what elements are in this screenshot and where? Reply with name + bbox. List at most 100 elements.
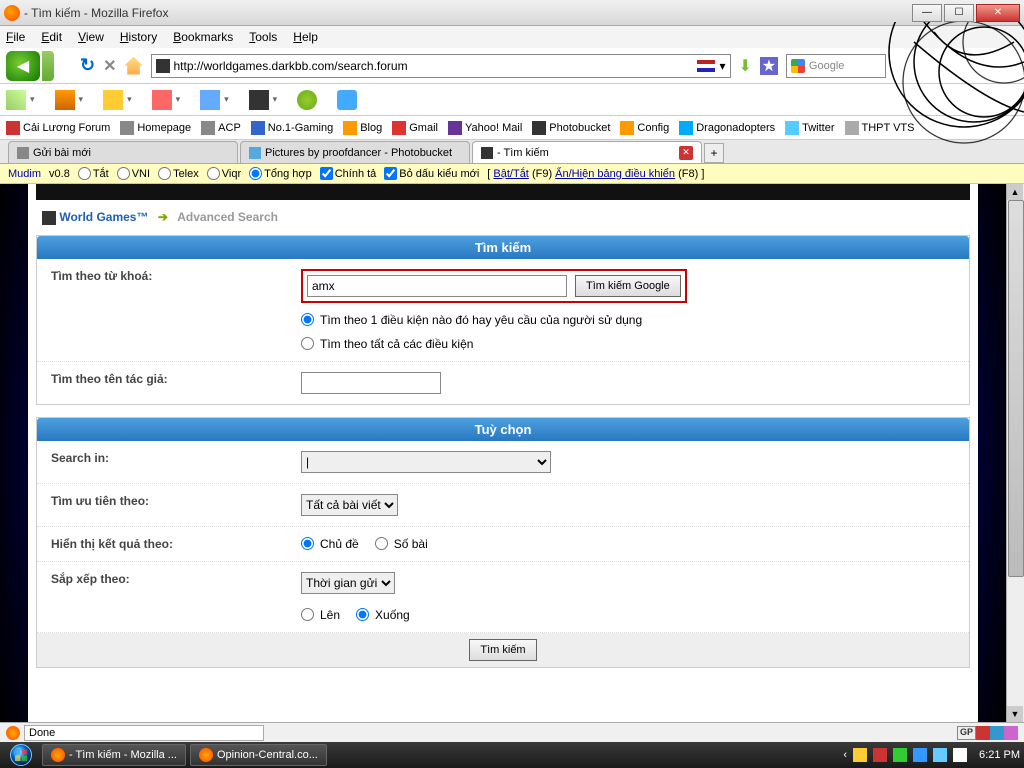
- taskbar-item[interactable]: - Tìm kiếm - Mozilla ...: [42, 744, 186, 766]
- download-icon[interactable]: ⬇: [739, 56, 752, 76]
- bookmark-item[interactable]: No.1-Gaming: [251, 121, 333, 135]
- mudim-chk-bodau[interactable]: Bỏ dấu kiểu mới: [384, 167, 479, 180]
- keyword-input[interactable]: [307, 275, 567, 297]
- bookmark-icon: [785, 121, 799, 135]
- mudim-panel-link[interactable]: Ẩn/Hiện bảng điều khiển: [555, 168, 675, 180]
- cond-all-radio[interactable]: Tìm theo tất cả các điều kiện: [301, 337, 955, 351]
- sort-asc-radio[interactable]: Lên: [301, 608, 340, 622]
- site-icon: [42, 211, 56, 225]
- mudim-toggle-link[interactable]: Bật/Tắt: [493, 168, 528, 180]
- vertical-scrollbar[interactable]: ▲ ▼: [1006, 184, 1024, 722]
- status-icon[interactable]: [1004, 726, 1018, 740]
- toolbar-icon-4[interactable]: [152, 90, 172, 110]
- bookmark-item[interactable]: ACP: [201, 121, 241, 135]
- mudim-opt-tonghop[interactable]: Tổng hợp: [249, 167, 312, 180]
- url-dropdown-icon[interactable]: ▾: [719, 59, 725, 73]
- author-label: Tìm theo tên tác giả:: [51, 372, 301, 394]
- scroll-thumb[interactable]: [1008, 200, 1024, 577]
- tray-icon[interactable]: [853, 748, 867, 762]
- url-bar[interactable]: http://worldgames.darkbb.com/search.foru…: [151, 54, 731, 78]
- display-topic-radio[interactable]: Chủ đề: [301, 537, 359, 551]
- bookmark-item[interactable]: Photobucket: [532, 121, 610, 135]
- bookmark-item[interactable]: Yahoo! Mail: [448, 121, 522, 135]
- status-icon[interactable]: [990, 726, 1004, 740]
- bookmark-icon: [532, 121, 546, 135]
- status-icon[interactable]: [976, 726, 990, 740]
- searchin-select[interactable]: |: [301, 451, 551, 473]
- bookmark-item[interactable]: Config: [620, 121, 669, 135]
- menu-history[interactable]: History: [120, 30, 157, 44]
- searchin-label: Search in:: [51, 451, 301, 473]
- bg-decor-left: [0, 184, 28, 722]
- bookmark-item[interactable]: THPT VTS: [845, 121, 915, 135]
- google-search-button[interactable]: Tìm kiếm Google: [575, 275, 681, 297]
- options-panel: Tuỳ chọn Search in: | Tìm ưu tiên theo: …: [36, 417, 970, 668]
- new-tab-button[interactable]: +: [704, 143, 724, 163]
- tab[interactable]: Gửi bài mới: [8, 141, 238, 163]
- toolbar-icon-8[interactable]: [337, 90, 357, 110]
- search-box[interactable]: Google: [786, 54, 886, 78]
- sort-desc-radio[interactable]: Xuống: [356, 608, 410, 622]
- sort-select[interactable]: Thời gian gửi: [301, 572, 395, 594]
- menu-help[interactable]: Help: [293, 30, 318, 44]
- status-bar: Done GP: [0, 722, 1024, 742]
- breadcrumb-current: Advanced Search: [177, 210, 278, 224]
- stop-button[interactable]: ✕: [103, 56, 116, 76]
- menu-bookmarks[interactable]: Bookmarks: [173, 30, 233, 44]
- bookmark-item[interactable]: Homepage: [120, 121, 191, 135]
- priority-select[interactable]: Tất cả bài viết: [301, 494, 398, 516]
- display-count-radio[interactable]: Số bài: [375, 537, 428, 551]
- cond-any-radio[interactable]: Tìm theo 1 điều kiện nào đó hay yêu cầu …: [301, 313, 955, 327]
- bookmark-star-icon[interactable]: ★: [760, 57, 778, 75]
- reload-button[interactable]: ↻: [80, 55, 95, 76]
- toolbar-icon-7[interactable]: [297, 90, 317, 110]
- bookmark-item[interactable]: Dragonadopters: [679, 121, 775, 135]
- back-button[interactable]: ◀: [6, 51, 40, 81]
- bookmark-item[interactable]: Cải Lương Forum: [6, 121, 110, 135]
- menu-tools[interactable]: Tools: [249, 30, 277, 44]
- bookmark-item[interactable]: Twitter: [785, 121, 834, 135]
- search-panel: Tìm kiếm Tìm theo từ khoá: Tìm kiếm Goog…: [36, 235, 970, 405]
- toolbar-icon-5[interactable]: [200, 90, 220, 110]
- keyword-label: Tìm theo từ khoá:: [51, 269, 301, 351]
- site-favicon: [156, 59, 170, 73]
- toolbar-icon-1[interactable]: [6, 90, 26, 110]
- tray-icon[interactable]: [933, 748, 947, 762]
- scroll-down-icon[interactable]: ▼: [1007, 706, 1023, 722]
- minimize-button[interactable]: —: [912, 4, 942, 22]
- close-button[interactable]: ✕: [976, 4, 1020, 22]
- menu-edit[interactable]: Edit: [41, 30, 62, 44]
- status-gp-icon[interactable]: GP: [957, 726, 976, 740]
- tray-expand-icon[interactable]: ‹: [843, 749, 847, 761]
- scroll-up-icon[interactable]: ▲: [1007, 184, 1023, 200]
- menu-file[interactable]: File: [6, 30, 25, 44]
- tray-icon[interactable]: [953, 748, 967, 762]
- mudim-opt-vni[interactable]: VNI: [117, 167, 150, 180]
- taskbar-item[interactable]: Opinion-Central.co...: [190, 744, 327, 766]
- mudim-opt-tat[interactable]: Tắt: [78, 167, 109, 180]
- tab-active[interactable]: - Tìm kiếm✕: [472, 141, 702, 163]
- tray-icon[interactable]: [913, 748, 927, 762]
- bookmark-item[interactable]: Blog: [343, 121, 382, 135]
- back-dropdown[interactable]: [42, 51, 54, 81]
- clock[interactable]: 6:21 PM: [979, 749, 1020, 761]
- maximize-button[interactable]: ☐: [944, 4, 974, 22]
- mudim-version: v0.8: [49, 168, 70, 180]
- menu-view[interactable]: View: [78, 30, 104, 44]
- submit-button[interactable]: Tìm kiếm: [469, 639, 536, 661]
- mudim-opt-telex[interactable]: Telex: [158, 167, 199, 180]
- toolbar-icon-3[interactable]: [103, 90, 123, 110]
- bookmark-item[interactable]: Gmail: [392, 121, 438, 135]
- tab-close-icon[interactable]: ✕: [679, 146, 693, 160]
- mudim-chk-chinhta[interactable]: Chính tả: [320, 167, 377, 180]
- site-link[interactable]: World Games™: [59, 210, 148, 224]
- toolbar-icon-6[interactable]: [249, 90, 269, 110]
- tab[interactable]: Pictures by proofdancer - Photobucket: [240, 141, 470, 163]
- mudim-opt-viqr[interactable]: Viqr: [207, 167, 241, 180]
- tray-icon[interactable]: [873, 748, 887, 762]
- tray-icon[interactable]: [893, 748, 907, 762]
- author-input[interactable]: [301, 372, 441, 394]
- toolbar-icon-2[interactable]: [55, 90, 75, 110]
- start-button[interactable]: [4, 742, 38, 768]
- home-button[interactable]: [125, 57, 143, 75]
